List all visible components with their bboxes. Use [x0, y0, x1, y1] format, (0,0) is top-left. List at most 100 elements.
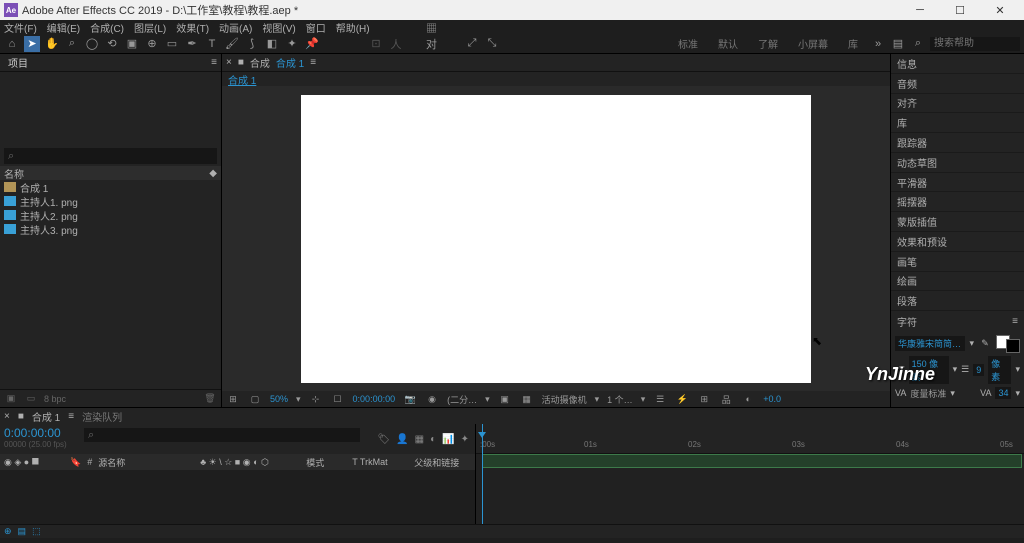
menu-file[interactable]: 文件(F)	[4, 20, 37, 35]
leading-auto-field[interactable]: 9	[973, 364, 984, 376]
folder-icon[interactable]: ▭	[24, 392, 38, 406]
tracking-field[interactable]: 34	[995, 387, 1011, 399]
toggle-modes-icon[interactable]: ▤	[18, 526, 27, 537]
grid-icon[interactable]: ⊹	[309, 392, 323, 406]
project-item[interactable]: 合成 1	[0, 180, 221, 194]
grid-icon[interactable]: ▦对齐	[426, 36, 442, 52]
menu-animation[interactable]: 动画(A)	[219, 20, 252, 35]
close-button[interactable]: ✕	[980, 0, 1020, 20]
composition-canvas[interactable]	[301, 95, 811, 383]
anchor-tool[interactable]: ⊕	[144, 36, 160, 52]
menu-help[interactable]: 帮助(H)	[336, 20, 370, 35]
toggle-parent-icon[interactable]: ⬚	[32, 526, 41, 537]
selection-tool[interactable]: ➤	[24, 36, 40, 52]
fast-preview-icon[interactable]: ⚡	[675, 392, 689, 406]
align-icon[interactable]: 人	[388, 36, 404, 52]
col-type-icon[interactable]: ◆	[209, 168, 217, 179]
timeline-ruler[interactable]: :00s 01s 02s 03s 04s 05s	[476, 424, 1024, 454]
timeline-tab-menu-icon[interactable]: ≡	[68, 411, 74, 422]
maximize-button[interactable]: ☐	[940, 0, 980, 20]
col-parent[interactable]: 父级和链接	[414, 456, 459, 469]
pixel-aspect-icon[interactable]: ☰	[653, 392, 667, 406]
roto-tool[interactable]: ✦	[284, 36, 300, 52]
timeline-tracks[interactable]	[476, 454, 1024, 524]
panel-tracker[interactable]: 跟踪器	[891, 133, 1024, 153]
trash-icon[interactable]: 🗑	[203, 392, 217, 406]
project-panel-menu-icon[interactable]: ≡	[211, 57, 217, 68]
transparency-icon[interactable]: ▦	[520, 392, 534, 406]
frame-blend-icon[interactable]: ▦	[415, 434, 424, 445]
home-icon[interactable]: ⌂	[4, 36, 20, 52]
col-number[interactable]: #	[87, 457, 92, 467]
rotate-tool[interactable]: ⟲	[104, 36, 120, 52]
menu-view[interactable]: 视图(V)	[262, 20, 295, 35]
exposure-value[interactable]: +0.0	[763, 394, 781, 404]
panel-menu-icon[interactable]: ≡	[1012, 316, 1018, 327]
col-toggles[interactable]: ◉ ◈ ● ⯀	[4, 457, 64, 468]
workspace-library[interactable]: 库	[848, 36, 858, 51]
views-select[interactable]: 1 个…	[607, 393, 633, 406]
nav-chevron-icon[interactable]: ×	[226, 57, 232, 68]
bpc-display[interactable]: 8 bpc	[44, 394, 66, 404]
workspace-learn[interactable]: 了解	[758, 36, 778, 51]
camera-select[interactable]: 活动摄像机	[542, 393, 587, 406]
menu-layer[interactable]: 图层(L)	[134, 20, 166, 35]
composition-viewer[interactable]: ⬉ YnJinne	[222, 86, 890, 391]
font-size-field[interactable]: 150 像素	[909, 356, 949, 384]
work-area-bar[interactable]	[482, 454, 1022, 468]
comp-breadcrumb[interactable]: 合成 1	[222, 72, 890, 86]
col-source-name[interactable]: 源名称	[98, 456, 194, 469]
comp-tab-name[interactable]: 合成 1	[276, 55, 304, 70]
render-queue-tab[interactable]: 渲染队列	[82, 409, 122, 424]
snap3-icon[interactable]: ⤡	[484, 36, 500, 52]
font-family-select[interactable]: 华康雅宋简简…	[895, 336, 965, 351]
orbit-tool[interactable]: ◯	[84, 36, 100, 52]
snap-icon[interactable]: ⊡	[368, 36, 384, 52]
camera-tool[interactable]: ▣	[124, 36, 140, 52]
project-tab[interactable]: 项目	[4, 55, 32, 70]
roi-icon[interactable]: ▣	[498, 392, 512, 406]
rect-tool[interactable]: ▭	[164, 36, 180, 52]
toggle-switches-icon[interactable]: ⊕	[4, 526, 12, 537]
menu-composition[interactable]: 合成(C)	[90, 20, 124, 35]
snapshot-icon[interactable]: 📷	[403, 392, 417, 406]
project-item[interactable]: 主持人2. png	[0, 208, 221, 222]
menu-edit[interactable]: 编辑(E)	[47, 20, 80, 35]
timeline-icon[interactable]: ⊞	[697, 392, 711, 406]
motion-blur-icon[interactable]: ◐	[430, 434, 436, 445]
minimize-button[interactable]: ─	[900, 0, 940, 20]
timeline-track-area[interactable]: :00s 01s 02s 03s 04s 05s	[476, 424, 1024, 524]
zoom-tool[interactable]: ⌕	[64, 36, 80, 52]
leading-field[interactable]: 像素	[988, 356, 1011, 384]
menu-window[interactable]: 窗口	[306, 20, 326, 35]
workspace-standard[interactable]: 标准	[678, 36, 698, 51]
col-name[interactable]: 名称	[4, 166, 24, 181]
kerning-field[interactable]: 度量标准	[910, 387, 946, 400]
project-item[interactable]: 主持人1. png	[0, 194, 221, 208]
panel-character[interactable]: 字符 ≡	[891, 311, 1024, 331]
eraser-tool[interactable]: ◧	[264, 36, 280, 52]
panel-paragraph[interactable]: 段落	[891, 291, 1024, 311]
puppet-tool[interactable]: 📌	[304, 36, 320, 52]
panel-effects[interactable]: 效果和预设	[891, 232, 1024, 252]
zoom-level[interactable]: 50%	[270, 394, 288, 404]
comp-panel-menu-icon[interactable]: ≡	[310, 57, 316, 68]
timeline-layers[interactable]	[0, 470, 475, 524]
col-mode[interactable]: 模式	[306, 456, 346, 469]
col-label-icon[interactable]: 🔖	[70, 457, 81, 468]
panel-smoother[interactable]: 平滑器	[891, 173, 1024, 193]
mask-icon[interactable]: ☐	[331, 392, 345, 406]
hand-tool[interactable]: ✋	[44, 36, 60, 52]
eyedropper-icon[interactable]: ✎	[978, 337, 992, 351]
panel-audio[interactable]: 音频	[891, 74, 1024, 94]
flowchart-icon[interactable]: 品	[719, 392, 733, 406]
reset-exposure-icon[interactable]: ◐	[741, 392, 755, 406]
interpret-icon[interactable]: ▣	[4, 392, 18, 406]
snap2-icon[interactable]: ⤢	[464, 36, 480, 52]
workspace-small[interactable]: 小屏幕	[798, 36, 828, 51]
brush-tool[interactable]: 🖌	[224, 36, 240, 52]
panel-paint[interactable]: 绘画	[891, 272, 1024, 292]
clone-tool[interactable]: ⟆	[244, 36, 260, 52]
search-icon[interactable]: ⌕	[910, 36, 926, 52]
text-tool[interactable]: T	[204, 36, 220, 52]
